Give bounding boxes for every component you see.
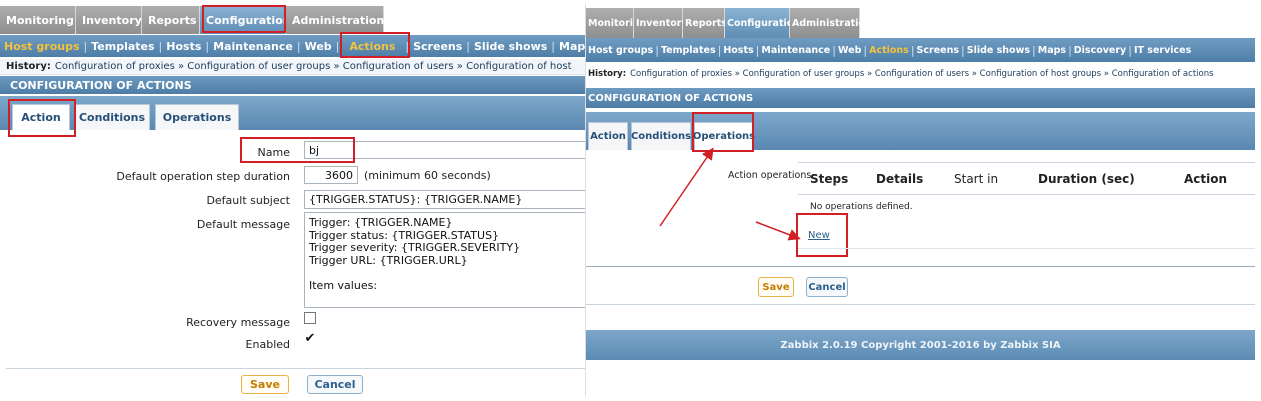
submenu-web-right[interactable]: Web <box>836 45 863 56</box>
recovery-message-label: Recovery message <box>186 316 290 329</box>
tab-conditions[interactable]: Conditions <box>74 104 150 130</box>
submenu-it-services-right[interactable]: IT services <box>1132 45 1193 56</box>
submenu-slide-shows-right[interactable]: Slide shows <box>965 45 1032 56</box>
col-steps: Steps <box>810 172 849 186</box>
submenu-maintenance[interactable]: Maintenance <box>209 40 297 53</box>
highlight-actions <box>340 32 410 58</box>
menu-configuration-right[interactable]: Configuration <box>725 8 800 38</box>
default-message-textarea[interactable]: Trigger: {TRIGGER.NAME} Trigger status: … <box>304 212 588 308</box>
form-divider-right <box>586 266 1255 267</box>
submenu-maintenance-right[interactable]: Maintenance <box>759 45 832 56</box>
default-subject-input[interactable]: {TRIGGER.STATUS}: {TRIGGER.NAME} <box>304 190 588 209</box>
enabled-checkbox[interactable]: ✔ <box>304 332 316 346</box>
submenu-maps-right[interactable]: Maps <box>1036 45 1068 56</box>
footer-divider <box>586 304 1255 305</box>
submenu-host-groups[interactable]: Host groups <box>0 40 84 53</box>
history-label: History: <box>6 61 51 72</box>
step-duration-note: (minimum 60 seconds) <box>364 169 491 182</box>
history-links[interactable]: Configuration of proxies » Configuration… <box>55 61 572 72</box>
cancel-button[interactable]: Cancel <box>307 375 363 394</box>
ops-bottom-line <box>798 248 1255 249</box>
sub-menu: Host groups | Templates | Hosts | Maintenan… <box>0 35 588 57</box>
history-links-right[interactable]: Configuration of proxies » Configuration… <box>630 69 1213 79</box>
step-duration-label: Default operation step duration <box>116 170 290 183</box>
action-operations-label: Action operations <box>728 170 812 181</box>
col-duration: Duration (sec) <box>1038 172 1135 186</box>
main-menu: Monitoring Inventory Reports Configurati… <box>0 6 384 34</box>
submenu-actions-right[interactable]: Actions <box>867 45 911 56</box>
ops-top-line <box>798 162 1255 163</box>
copyright-footer: Zabbix 2.0.19 Copyright 2001-2016 by Zab… <box>586 330 1255 360</box>
menu-inventory-right[interactable]: Inventory <box>634 8 688 38</box>
menu-inventory[interactable]: Inventory <box>76 6 142 34</box>
page-title-right: CONFIGURATION OF ACTIONS <box>586 88 1255 108</box>
menu-monitoring-right[interactable]: Monitoring <box>586 8 647 38</box>
highlight-configuration <box>202 5 286 33</box>
menu-administration[interactable]: Administration <box>286 6 384 34</box>
submenu-host-groups-right[interactable]: Host groups <box>586 45 655 56</box>
history-label-right: History: <box>588 69 627 79</box>
submenu-discovery-right[interactable]: Discovery <box>1072 45 1128 56</box>
sub-menu-right: Host groups | Templates | Hosts | Maintenan… <box>586 38 1255 62</box>
submenu-templates-right[interactable]: Templates <box>659 45 718 56</box>
col-action: Action <box>1184 172 1228 186</box>
menu-monitoring[interactable]: Monitoring <box>0 6 76 34</box>
cancel-button-right[interactable]: Cancel <box>806 277 848 297</box>
highlight-name <box>240 137 355 163</box>
menu-administration-right[interactable]: Administration <box>790 8 872 38</box>
main-menu-right: Monitoring Inventory Reports Configurati… <box>586 8 872 38</box>
highlight-new-link <box>796 213 848 257</box>
page-title: CONFIGURATION OF ACTIONS <box>0 76 588 94</box>
highlight-action-tab <box>8 99 76 137</box>
step-duration-input[interactable]: 3600 <box>304 166 358 184</box>
left-screenshot: Monitoring Inventory Reports Configurati… <box>0 0 588 401</box>
save-button-right[interactable]: Save <box>758 277 794 297</box>
menu-reports[interactable]: Reports <box>142 6 200 34</box>
tab-strip-right: Action Conditions Operations <box>586 112 1255 150</box>
submenu-maps[interactable]: Map <box>555 40 588 53</box>
default-subject-label: Default subject <box>206 194 290 207</box>
tab-operations[interactable]: Operations <box>155 104 239 130</box>
tab-conditions-right[interactable]: Conditions <box>631 122 691 150</box>
ops-header-line <box>798 194 1255 195</box>
tab-action-right[interactable]: Action <box>588 122 628 150</box>
breadcrumb-right: History: Configuration of proxies » Conf… <box>586 66 1255 82</box>
submenu-templates[interactable]: Templates <box>87 40 158 53</box>
save-button[interactable]: Save <box>241 375 289 394</box>
submenu-hosts[interactable]: Hosts <box>162 40 205 53</box>
col-start-in: Start in <box>954 172 999 186</box>
submenu-screens[interactable]: Screens <box>409 40 466 53</box>
no-operations-text: No operations defined. <box>810 202 913 212</box>
submenu-slide-shows[interactable]: Slide shows <box>470 40 551 53</box>
form-divider <box>6 368 588 369</box>
default-message-label: Default message <box>196 218 290 231</box>
tab-strip: Action Conditions Operations <box>0 96 588 130</box>
highlight-operations-tab <box>692 112 754 152</box>
recovery-message-checkbox[interactable] <box>304 312 316 324</box>
right-screenshot: Monitoring Inventory Reports Configurati… <box>585 4 1255 396</box>
col-details: Details <box>876 172 924 186</box>
breadcrumb: History: Configuration of proxies » Conf… <box>0 59 588 75</box>
menu-reports-right[interactable]: Reports <box>683 8 727 38</box>
submenu-hosts-right[interactable]: Hosts <box>721 45 755 56</box>
submenu-web[interactable]: Web <box>301 40 336 53</box>
enabled-label: Enabled <box>245 338 290 351</box>
submenu-screens-right[interactable]: Screens <box>915 45 961 56</box>
